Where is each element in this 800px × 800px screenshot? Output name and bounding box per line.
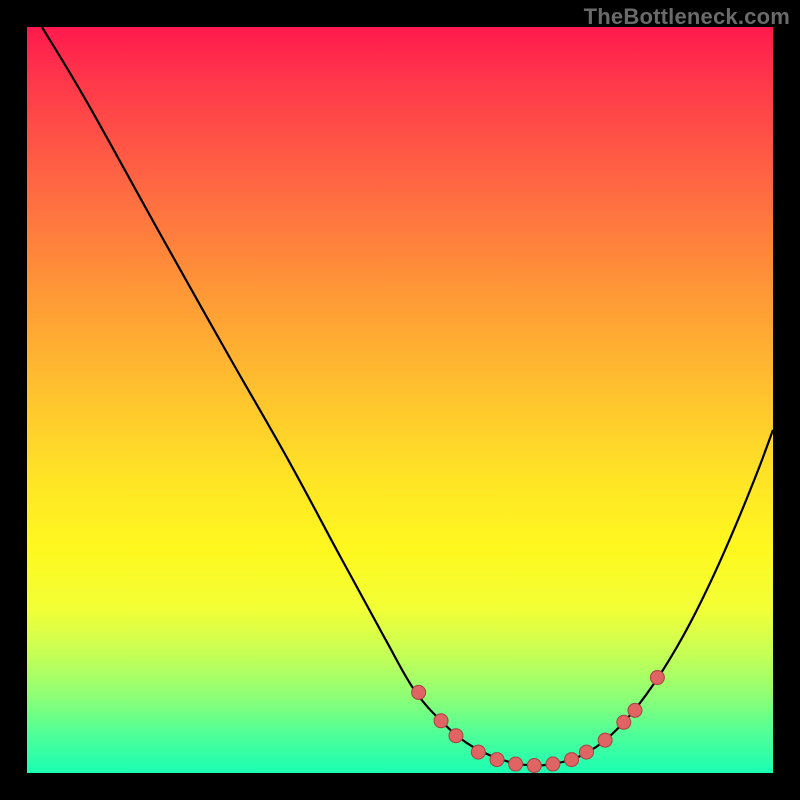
watermark-text: TheBottleneck.com (584, 4, 790, 30)
marker-dot (412, 685, 426, 699)
marker-dot (434, 714, 448, 728)
marker-dot (490, 753, 504, 767)
marker-dot (650, 671, 664, 685)
bottleneck-curve (42, 27, 773, 766)
marker-dot (471, 745, 485, 759)
marker-dot (509, 757, 523, 771)
chart-overlay (27, 27, 773, 773)
chart-frame: TheBottleneck.com (0, 0, 800, 800)
marker-dot (449, 729, 463, 743)
marker-dot (617, 715, 631, 729)
marker-dot (580, 745, 594, 759)
marker-dot (598, 733, 612, 747)
marker-dot (565, 753, 579, 767)
marker-dot (546, 757, 560, 771)
marker-dot (628, 703, 642, 717)
marker-dots (412, 671, 665, 773)
marker-dot (527, 759, 541, 773)
